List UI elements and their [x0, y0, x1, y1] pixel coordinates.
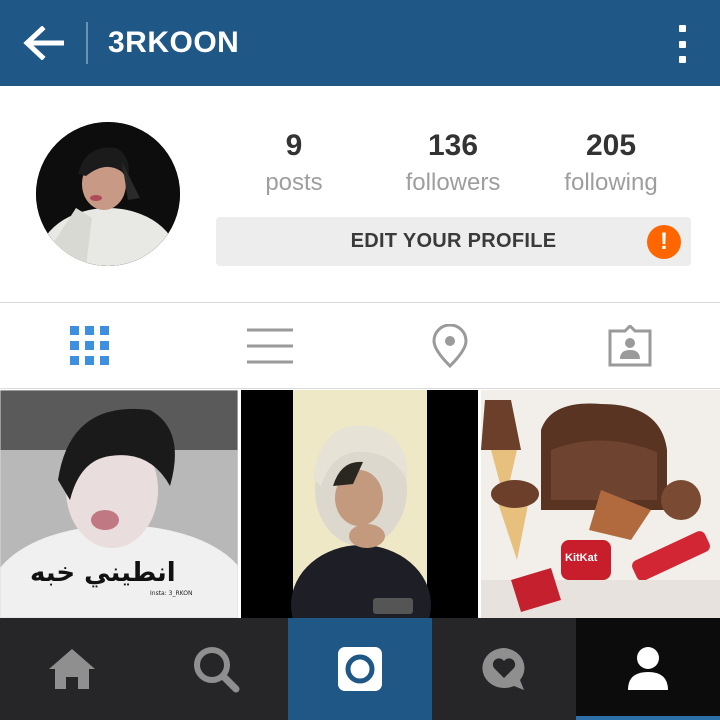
followers-label: followers	[405, 169, 501, 196]
following-stat[interactable]: 205 following	[536, 126, 686, 200]
heart-bubble-icon	[482, 648, 525, 690]
posts-count: 9	[285, 129, 303, 162]
arrow-left-icon	[23, 26, 64, 60]
nav-profile[interactable]	[576, 618, 720, 720]
photo-thumbnail-1[interactable]: انطيني خبه Insta: 3_RKON	[0, 390, 238, 618]
person-icon	[628, 647, 668, 690]
header-divider	[86, 22, 88, 64]
home-icon	[49, 649, 95, 689]
tab-grid[interactable]	[0, 304, 180, 388]
location-pin-icon	[432, 324, 468, 368]
tab-tagged[interactable]	[540, 304, 720, 388]
instagram-profile-screen: 3RKOON 9 posts 136 followers 205 followi…	[0, 0, 720, 720]
more-options-button[interactable]	[668, 22, 696, 66]
app-header: 3RKOON	[0, 0, 720, 86]
photo-overlay-text: انطيني خبه	[30, 558, 176, 588]
tab-map[interactable]	[360, 304, 540, 388]
tagged-photo-icon	[608, 325, 652, 367]
edit-profile-button[interactable]: EDIT YOUR PROFILE !	[216, 217, 691, 266]
kitkat-label: KitKat	[565, 552, 598, 564]
nav-activity[interactable]	[432, 618, 576, 720]
nav-camera[interactable]	[288, 618, 432, 720]
nav-search[interactable]	[144, 618, 288, 720]
tab-list[interactable]	[180, 304, 360, 388]
bottom-navigation	[0, 618, 720, 720]
tabs-divider	[0, 388, 720, 389]
back-button[interactable]	[16, 20, 72, 66]
followers-count: 136	[427, 129, 479, 162]
photo-thumbnail-3[interactable]: KitKat	[481, 390, 720, 618]
alert-icon: !	[647, 225, 681, 259]
list-icon	[247, 328, 293, 364]
edit-profile-label: EDIT YOUR PROFILE	[350, 230, 557, 252]
photo-caption: Insta: 3_RKON	[150, 590, 193, 597]
photo-thumbnail-2[interactable]	[241, 390, 478, 618]
camera-icon	[338, 647, 382, 691]
profile-avatar[interactable]	[36, 122, 180, 266]
nav-home[interactable]	[0, 618, 144, 720]
following-label: following	[564, 169, 658, 196]
search-icon	[194, 647, 240, 693]
followers-stat[interactable]: 136 followers	[378, 126, 528, 200]
following-count: 205	[585, 129, 637, 162]
posts-stat[interactable]: 9 posts	[219, 126, 369, 200]
posts-label: posts	[265, 169, 323, 196]
profile-divider	[0, 302, 720, 303]
more-vert-icon	[678, 25, 686, 32]
grid-icon	[70, 326, 109, 365]
username-title: 3RKOON	[108, 26, 240, 59]
